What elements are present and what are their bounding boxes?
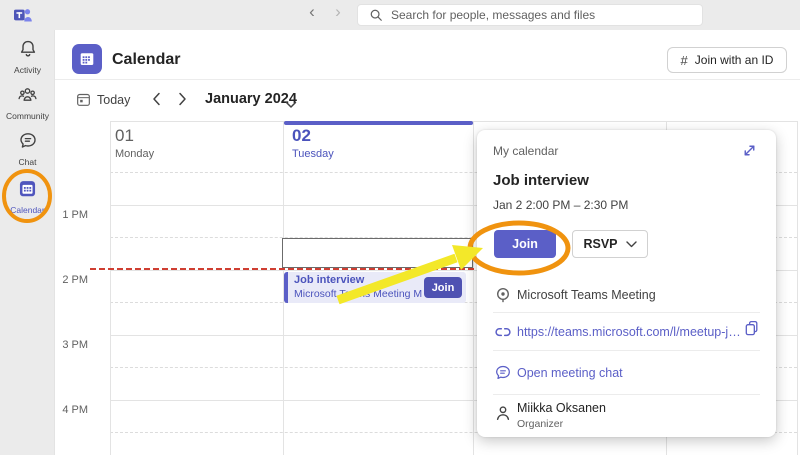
search-icon [369,8,383,22]
chevron-down-icon[interactable] [285,96,297,114]
popup-event-title: Job interview [493,172,589,189]
prev-day-button[interactable] [152,92,161,111]
next-day-button[interactable] [178,92,187,111]
nav-back-icon[interactable]: ‹ [302,2,322,22]
day-number-monday[interactable]: 01 [115,126,134,146]
sidebar-label-activity: Activity [0,65,55,75]
sidebar-label-chat: Chat [0,157,55,167]
teams-logo-icon [13,6,33,24]
bell-icon [18,39,38,59]
chat-icon [18,131,38,151]
event-title: Job interview [294,274,364,286]
meeting-link[interactable]: https://teams.microsoft.com/l/meetup-joi… [517,325,743,339]
calendar-name: My calendar [493,144,558,158]
rsvp-dropdown-button[interactable]: RSVP [572,230,648,258]
app-rail: Activity Community Chat [0,30,55,455]
today-icon [76,92,91,107]
nav-forward-icon[interactable]: › [328,2,348,22]
grid-line [473,121,474,455]
day-number-tuesday[interactable]: 02 [292,126,311,146]
calendar-app-icon [72,44,102,74]
time-label-4pm: 4 PM [50,404,88,416]
meeting-chat-row: Open meeting chat [477,351,776,394]
popup-join-button[interactable]: Join [494,230,556,258]
page-title: Calendar [112,51,180,69]
day-name-monday: Monday [115,148,154,160]
sidebar-item-chat[interactable]: Chat [0,131,55,167]
event-subtitle: Microsoft Teams Meeting M [294,288,422,300]
time-label-2pm: 2 PM [50,274,88,286]
time-label-1pm: 1 PM [50,209,88,221]
link-icon [493,323,513,341]
sidebar-label-calendar: Calendar [0,205,55,215]
open-meeting-chat-link[interactable]: Open meeting chat [517,366,623,380]
sidebar-item-calendar[interactable]: Calendar [0,178,55,215]
selected-day-indicator [284,121,473,125]
top-bar: ‹ › Search for people, messages and file… [0,0,800,30]
calendar-icon [17,178,38,199]
hash-icon: # [681,53,688,68]
grid-line [110,121,111,455]
copy-icon[interactable] [743,319,760,343]
sidebar-label-community: Community [0,111,55,121]
event-chip-job-interview[interactable]: Job interview Microsoft Teams Meeting M … [284,272,466,303]
grid-line [797,121,798,455]
location-text: Microsoft Teams Meeting [517,288,656,302]
meeting-chat-icon [493,364,513,382]
month-selector[interactable]: January 2024 [205,91,297,107]
location-icon [493,286,513,304]
join-with-id-button[interactable]: # Join with an ID [667,47,787,73]
sidebar-item-activity[interactable]: Activity [0,39,55,75]
location-row: Microsoft Teams Meeting [477,278,776,312]
person-icon [493,404,513,422]
expand-icon[interactable] [741,142,758,164]
organizer-role: Organizer [517,418,563,430]
community-icon [17,85,38,105]
day-name-tuesday: Tuesday [292,148,334,160]
organizer-name: Miikka Oksanen [517,401,606,415]
teams-window: ‹ › Search for people, messages and file… [0,0,800,455]
chevron-down-icon [626,241,637,248]
time-label-3pm: 3 PM [50,339,88,351]
search-placeholder: Search for people, messages and files [391,8,595,22]
today-button[interactable]: Today [76,92,130,107]
selected-time-slot[interactable] [282,238,473,268]
organizer-row: Miikka Oksanen Organizer [477,395,776,437]
current-time-indicator [90,268,477,270]
search-input[interactable]: Search for people, messages and files [357,4,703,26]
sidebar-item-community[interactable]: Community [0,85,55,121]
popup-event-time: Jan 2 2:00 PM – 2:30 PM [493,198,628,212]
event-details-popup: My calendar Job interview Jan 2 2:00 PM … [477,130,776,437]
event-join-button[interactable]: Join [424,277,462,298]
meeting-link-row: https://teams.microsoft.com/l/meetup-joi… [477,313,776,350]
